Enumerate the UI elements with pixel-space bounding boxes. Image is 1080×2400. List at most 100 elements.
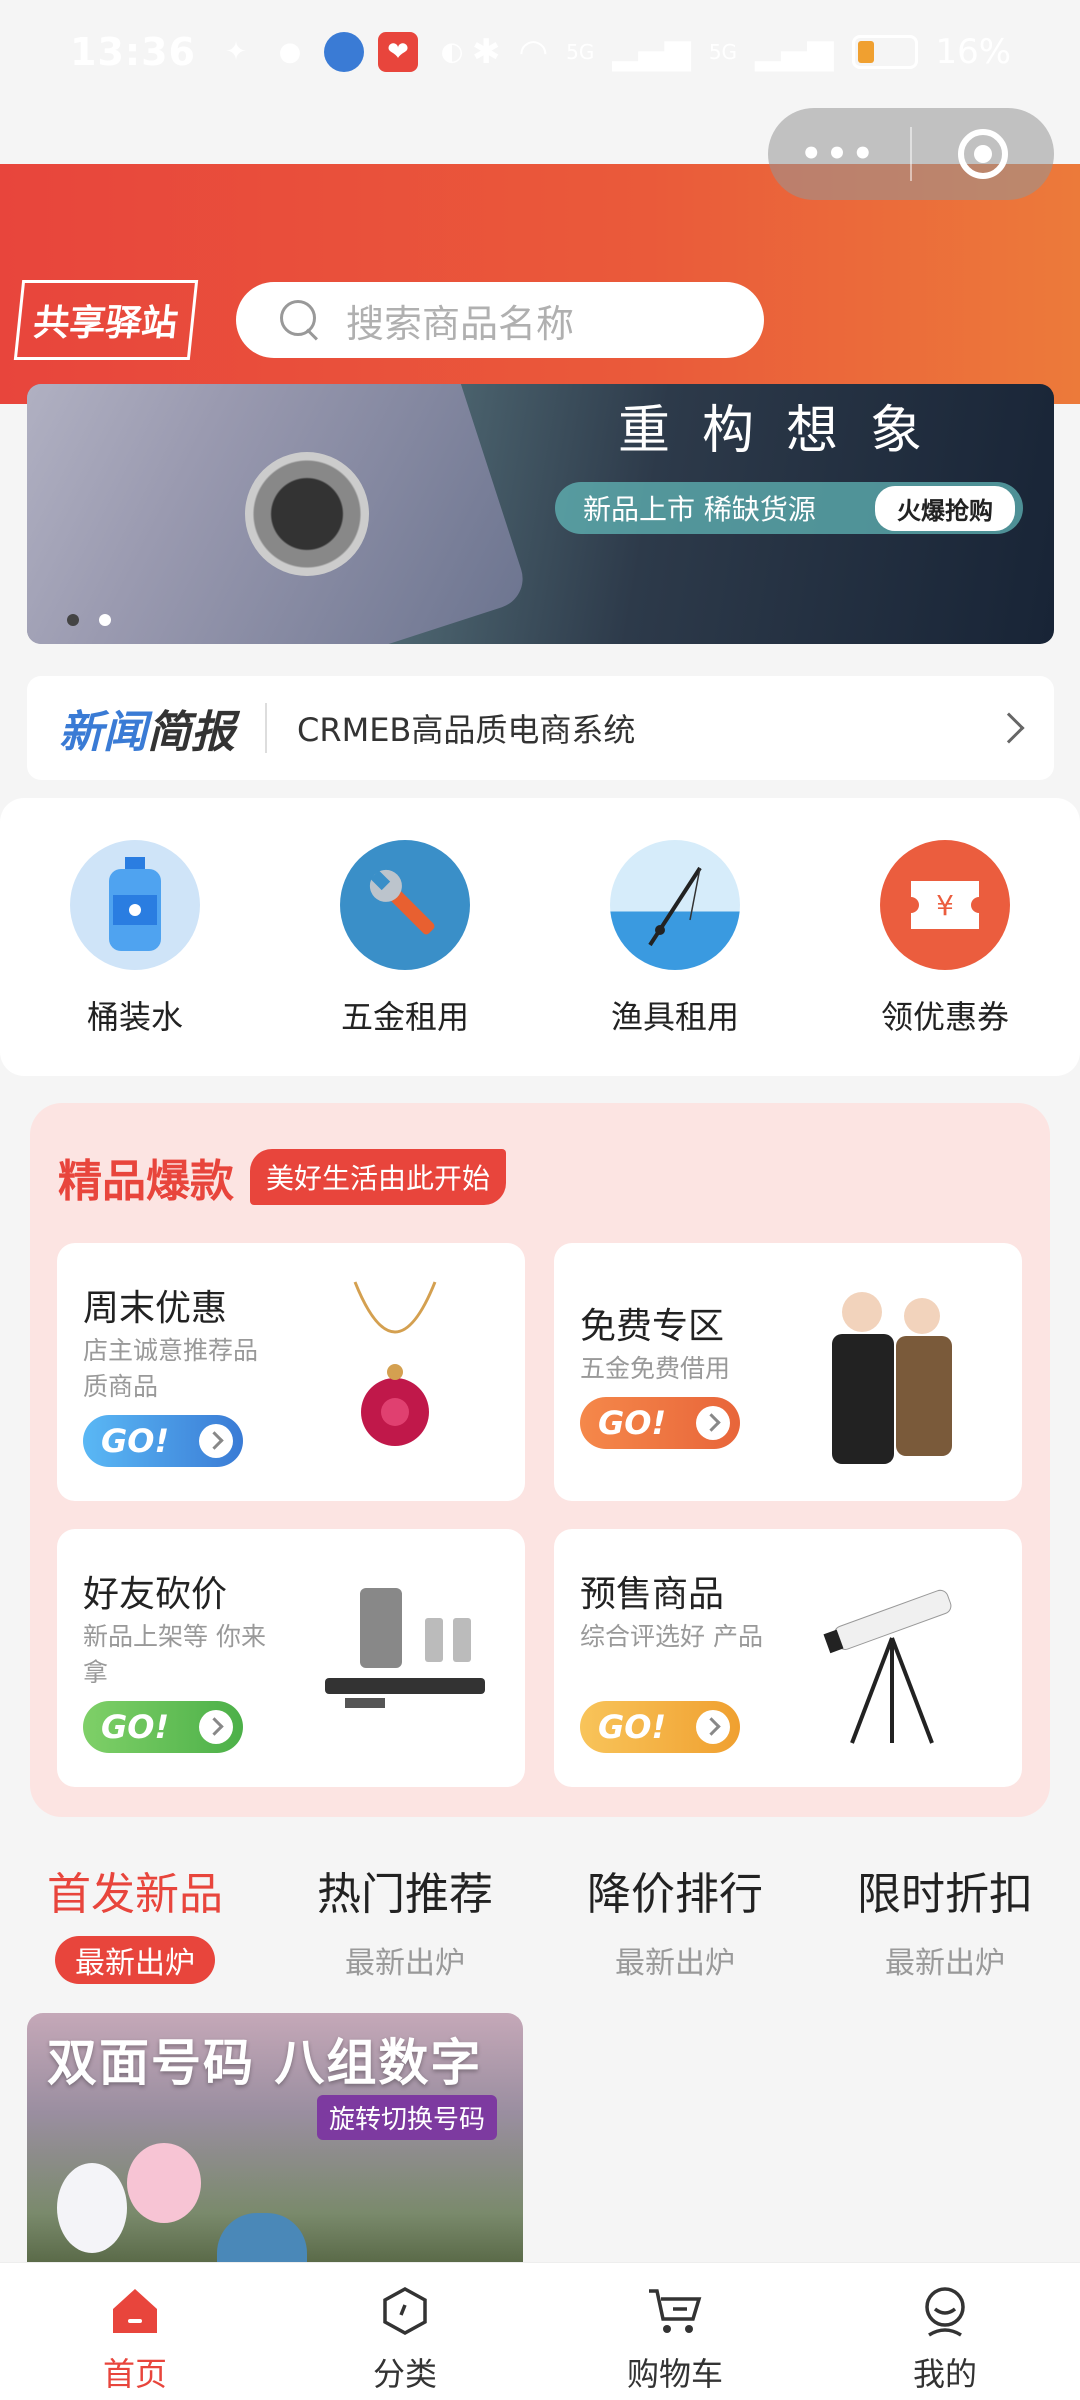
compass-icon [377,2283,433,2339]
tab-price-drop[interactable]: 降价排行 最新出炉 [540,1858,810,1981]
wrench-icon [340,840,470,970]
signal-label-1: 5G [566,40,595,64]
promo-card-presale[interactable]: 预售商品 综合评选好 产品 GO! [554,1529,1022,1787]
product-image-badge: 旋转切换号码 [316,2095,497,2140]
logo: 共享驿站 [13,280,199,360]
news-ticker[interactable]: 新闻简报 CRMEB高品质电商系统 [27,676,1054,780]
news-brand: 新闻简报 [59,696,235,760]
go-label: GO! [598,1708,667,1746]
tab-new-arrivals[interactable]: 首发新品 最新出炉 [0,1858,270,1984]
carousel-dot [67,614,79,626]
gift-icon: ❤ [377,32,418,72]
soundbar-image [315,1551,495,1765]
product-tabs: 首发新品 最新出炉 热门推荐 最新出炉 降价排行 最新出炉 限时折扣 最新出炉 [0,1858,1080,1984]
balloon-image [57,2163,127,2253]
tabbar-cart[interactable]: 购物车 [540,2263,810,2400]
wechat-icon: ● [278,37,302,67]
banner-carousel[interactable]: 重构想象 新品上市 稀缺货源 火爆抢购 [27,384,1054,644]
news-brand-blue: 新闻 [59,707,147,758]
arrow-right-icon [696,1406,730,1440]
tabbar-home[interactable]: 首页 [0,2263,270,2400]
promo-card-weekend[interactable]: 周末优惠 店主诚意推荐品质商品 GO! [57,1243,525,1501]
close-button[interactable] [912,129,1054,179]
promo-card-title: 好友砍价 [83,1574,228,1615]
message-icon: ◐ [440,37,464,67]
promo-card-title: 免费专区 [580,1306,725,1347]
app-notification-icon: ✦ [225,37,247,67]
promo-card-free[interactable]: 免费专区 五金免费借用 GO! [554,1243,1022,1501]
category-water[interactable]: 桶装水 [35,840,235,1076]
product-card[interactable]: 双面号码 八组数字 旋转切换号码 [27,2013,523,2263]
news-divider [265,703,267,753]
more-button[interactable]: ••• [768,134,910,174]
news-text: CRMEB高品质电商系统 [297,711,636,749]
tab-subtitle: 最新出炉 [615,1946,735,1981]
arrow-right-icon [696,1710,730,1744]
go-label: GO! [101,1422,170,1460]
promo-card-title: 周末优惠 [83,1288,228,1329]
tabbar-label: 首页 [102,2355,167,2393]
promo-card-subtitle: 店主诚意推荐品质商品 [83,1336,259,1401]
signal-icon: ▂▄▆ [612,32,691,72]
tab-subtitle: 最新出炉 [885,1946,1005,1981]
category-fishing[interactable]: 渔具租用 [575,840,775,1076]
category-coupon[interactable]: ¥ 领优惠券 [845,840,1045,1076]
boutique-header: 精品爆款 美好生活由此开始 [58,1145,507,1209]
promo-card-subtitle: 五金免费借用 [580,1354,731,1383]
tab-hot-recommend[interactable]: 热门推荐 最新出炉 [270,1858,540,1981]
water-bottle-icon [70,840,200,970]
bluetooth-icon: ✱ [471,32,501,72]
category-hardware[interactable]: 五金租用 [305,840,505,1076]
promo-card-bargain[interactable]: 好友砍价 新品上架等 你来拿 GO! [57,1529,525,1787]
notification-icons: ✦ ● ❤ ◐ [216,32,472,72]
promo-card-subtitle: 新品上架等 你来拿 [83,1622,266,1687]
wifi-icon: ◠ [518,32,549,72]
tabbar-label: 购物车 [626,2355,723,2393]
tab-title: 首发新品 [47,1869,223,1920]
tabbar-label: 我的 [912,2355,977,2393]
necklace-image [295,1265,495,1479]
chevron-right-icon [993,712,1025,744]
boutique-tag: 美好生活由此开始 [250,1149,507,1205]
tab-subtitle: 最新出炉 [345,1946,465,1981]
miniprogram-capsule: ••• [768,108,1054,200]
tab-title: 热门推荐 [317,1869,493,1920]
go-label: GO! [598,1404,667,1442]
svg-text:¥: ¥ [936,889,954,922]
category-grid: 桶装水 五金租用 渔具租用 ¥ 领优惠券 [0,798,1080,1076]
carousel-dot-active [99,614,111,626]
tabbar-profile[interactable]: 我的 [810,2263,1080,2400]
boutique-title: 精品爆款 [58,1156,234,1207]
go-label: GO! [101,1708,170,1746]
balloon-image [127,2143,201,2223]
go-button[interactable]: GO! [580,1397,740,1449]
banner-subtitle: 新品上市 稀缺货源 [583,493,816,526]
carousel-indicator [67,614,111,626]
search-bar[interactable]: 搜索商品名称 [236,282,764,358]
status-time: 13:36 [70,30,196,74]
battery-percent: 16% [935,32,1012,72]
cart-icon [647,2283,703,2339]
browser-icon [323,32,364,72]
category-label: 领优惠券 [880,998,1009,1036]
tab-flash-sale[interactable]: 限时折扣 最新出炉 [810,1858,1080,1981]
go-button[interactable]: GO! [83,1701,243,1753]
tab-title: 限时折扣 [857,1869,1033,1920]
banner-camera-image [245,452,369,576]
tab-subtitle: 最新出炉 [55,1936,215,1984]
arrow-right-icon [199,1424,233,1458]
fishing-rod-icon [610,840,740,970]
home-icon [107,2283,163,2339]
product-image-title: 双面号码 八组数字 [47,2034,483,2092]
go-button[interactable]: GO! [580,1701,740,1753]
bottom-tab-bar: 首页 分类 购物车 我的 [0,2262,1080,2400]
tabbar-category[interactable]: 分类 [270,2263,540,2400]
banner-cta: 火爆抢购 [875,485,1015,531]
go-button[interactable]: GO! [83,1415,243,1467]
target-icon [958,129,1008,179]
search-icon [280,300,320,340]
coupon-icon: ¥ [880,840,1010,970]
figure-image [217,2213,307,2263]
news-brand-dark: 简报 [147,707,235,758]
signal-icon-2: ▂▄▆ [755,32,834,72]
